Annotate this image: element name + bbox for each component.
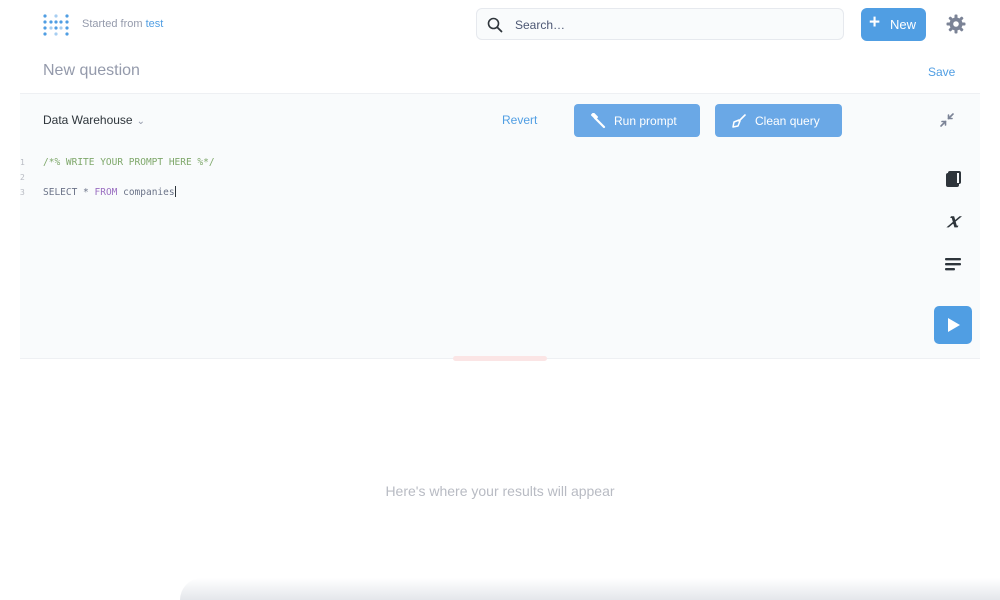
text-cursor [174, 186, 176, 197]
run-prompt-button[interactable]: Run prompt [574, 104, 700, 137]
sql-keyword: SELECT [43, 187, 78, 198]
sql-token: companies [117, 187, 175, 198]
page-title[interactable]: New question [43, 62, 140, 80]
new-button-label: New [890, 17, 917, 32]
snippet-icon [945, 258, 961, 271]
breadcrumb: Started from test [82, 18, 163, 30]
database-picker[interactable]: Data Warehouse ⌄ [43, 113, 145, 127]
hammer-icon [591, 113, 606, 129]
sql-editor[interactable]: 1 2 3 /*% WRITE YOUR PROMPT HERE %*/ SEL… [20, 147, 980, 359]
editor-toolbar: Data Warehouse ⌄ Revert Run prompt Clean … [20, 93, 980, 147]
database-name: Data Warehouse [43, 113, 133, 127]
line-numbers: 1 2 3 [20, 155, 30, 200]
code-line-1: /*% WRITE YOUR PROMPT HERE %*/ [43, 157, 215, 168]
chevron-down-icon: ⌄ [136, 116, 145, 127]
run-prompt-label: Run prompt [614, 114, 677, 128]
line-number: 2 [20, 173, 25, 182]
collapse-icon[interactable] [938, 111, 956, 129]
clean-query-label: Clean query [755, 114, 820, 128]
gear-icon[interactable] [945, 13, 967, 35]
breadcrumb-prefix: Started from [82, 18, 143, 30]
results-placeholder: Here's where your results will appear [385, 483, 615, 499]
top-navigation: Started from test + New [0, 0, 1000, 50]
play-icon [948, 318, 960, 332]
metabase-logo-icon[interactable] [43, 13, 69, 37]
variable-icon: 𝑥 [947, 208, 959, 232]
plus-icon: + [869, 12, 881, 33]
line-number: 1 [20, 158, 25, 167]
search-box[interactable] [476, 8, 844, 40]
code-area[interactable]: /*% WRITE YOUR PROMPT HERE %*/ SELECT * … [43, 155, 215, 200]
run-query-button[interactable] [934, 306, 972, 344]
footer-shadow [180, 578, 1000, 600]
search-input[interactable] [513, 15, 817, 35]
broom-icon [732, 114, 746, 128]
search-icon [487, 17, 503, 33]
variables-button[interactable]: 𝑥 [934, 206, 972, 234]
breadcrumb-link[interactable]: test [146, 18, 164, 30]
code-line-3: SELECT * FROM companies [43, 185, 215, 200]
clean-query-button[interactable]: Clean query [715, 104, 842, 137]
save-button[interactable]: Save [928, 65, 955, 79]
line-number: 3 [20, 188, 25, 197]
book-icon [946, 171, 961, 187]
snippets-button[interactable] [934, 250, 972, 278]
new-button[interactable]: + New [861, 8, 926, 41]
revert-button[interactable]: Revert [502, 113, 537, 127]
sql-token: * [77, 187, 95, 198]
sql-keyword: FROM [94, 187, 118, 198]
resize-handle[interactable] [453, 356, 547, 361]
data-reference-button[interactable] [934, 166, 972, 194]
